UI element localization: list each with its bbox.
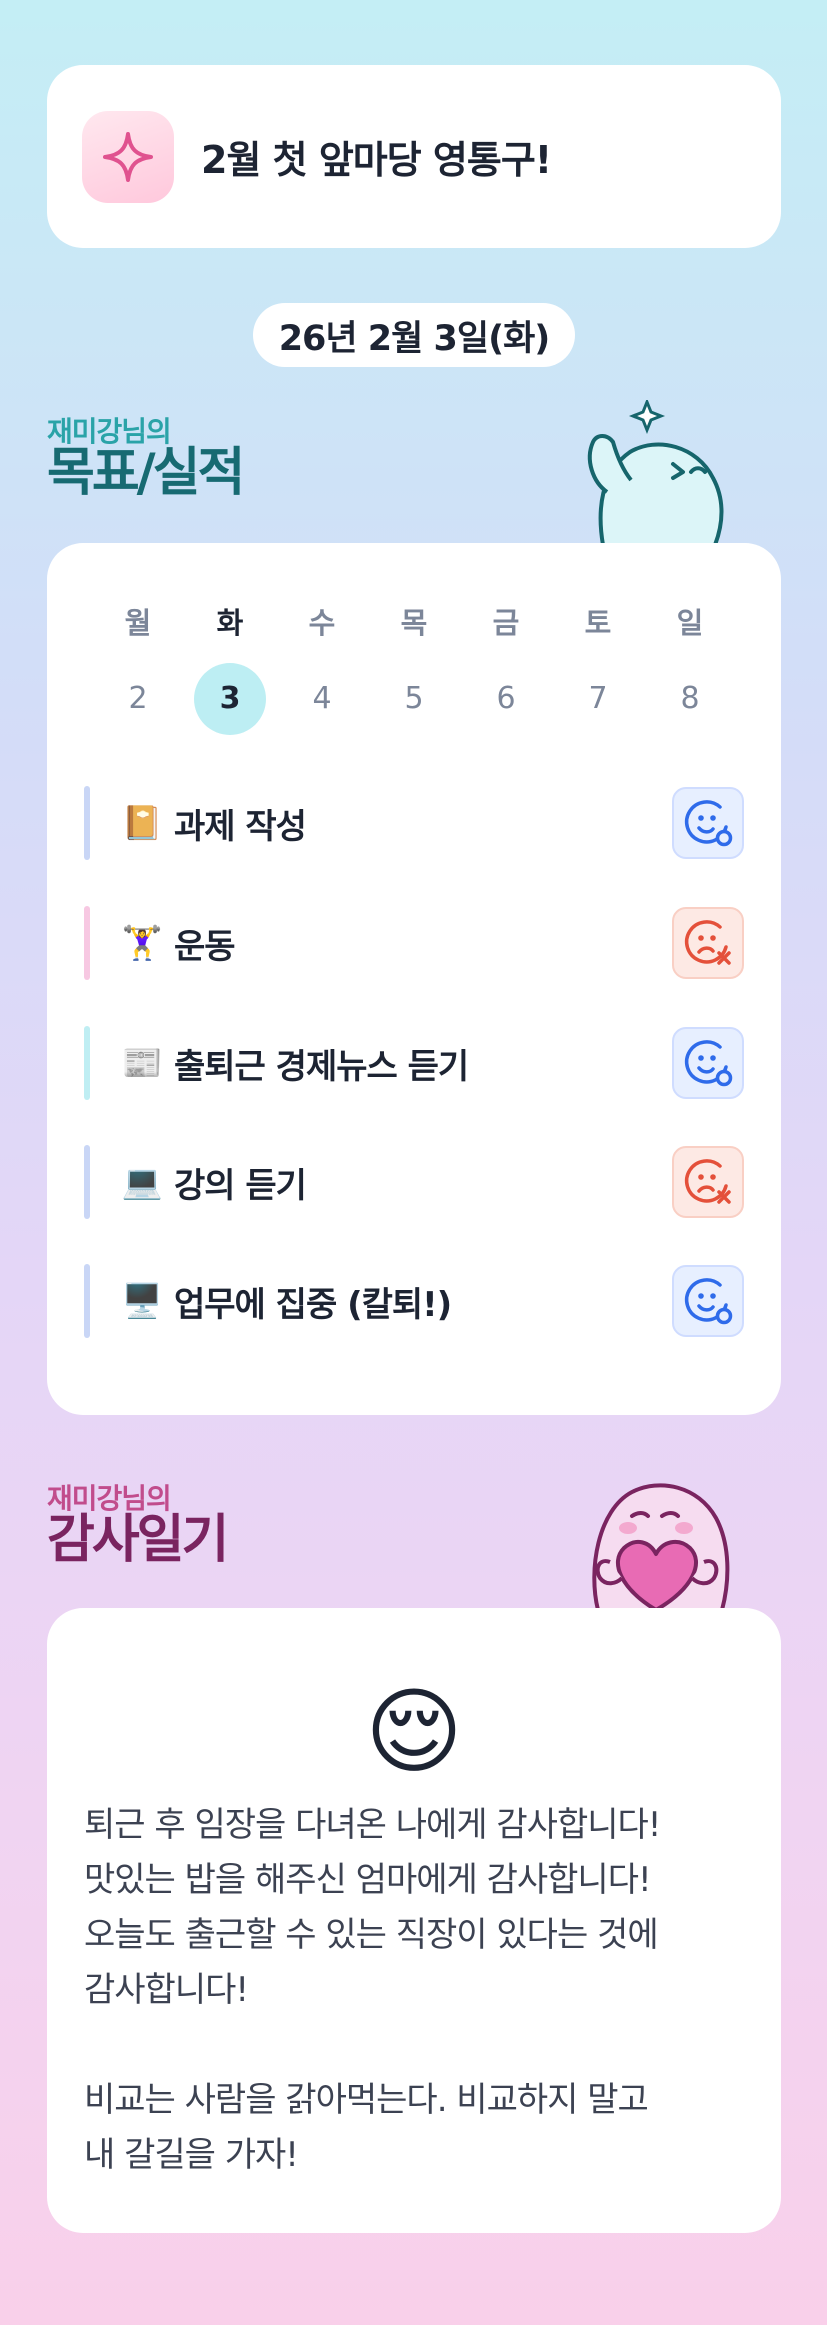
task-item[interactable]: 🏋️‍♀️ 운동: [84, 906, 744, 980]
weekday-thu: 목: [400, 606, 428, 640]
task-status-done-button[interactable]: [672, 1027, 744, 1099]
date-4[interactable]: 4: [286, 663, 358, 735]
task-status-done-button[interactable]: [672, 1265, 744, 1337]
goals-subtitle: 재미강님의: [47, 415, 172, 448]
laptop-icon: 💻: [121, 1162, 163, 1201]
weekday-sat: 토: [584, 606, 612, 640]
date-7[interactable]: 7: [562, 663, 634, 735]
task-item[interactable]: 🖥️ 업무에 집중 (칼퇴!): [84, 1264, 744, 1338]
sad-x-icon: [684, 920, 731, 965]
sparkle-icon: [82, 110, 174, 203]
date-row: 2 3 4 5 6 7 8: [102, 663, 726, 735]
task-label: 강의 듣기: [174, 1165, 307, 1206]
task-color-bar: [84, 1145, 90, 1219]
banner-text: 2월 첫 앞마당 영통구!: [201, 138, 552, 182]
notebook-icon: 📔: [121, 803, 163, 842]
newspaper-icon: 📰: [121, 1043, 163, 1082]
task-color-bar: [84, 786, 90, 860]
mascot-cheer-illustration: [587, 400, 724, 545]
task-item[interactable]: 📰 출퇴근 경제뉴스 듣기: [84, 1026, 744, 1100]
weekday-fri: 금: [492, 606, 520, 640]
gratitude-header: 재미강님의 감사일기: [47, 1482, 229, 1570]
weekday-mon: 월: [124, 606, 152, 640]
task-item[interactable]: 💻 강의 듣기: [84, 1145, 744, 1219]
weekday-row: 월 화 수 목 금 토 일: [102, 600, 726, 642]
task-label: 업무에 집중 (칼퇴!): [174, 1284, 452, 1325]
goals-title: 목표/실적: [47, 443, 245, 503]
gratitude-card: 😌 퇴근 후 임장을 다녀온 나에게 감사합니다! 맛있는 밥을 해주신 엄마에…: [47, 1608, 781, 2233]
relieved-face-icon: 😌: [365, 1678, 463, 1787]
date-8[interactable]: 8: [654, 663, 726, 735]
weekday-sun: 일: [676, 606, 704, 640]
task-color-bar: [84, 1264, 90, 1338]
smile-check-icon: [684, 1040, 733, 1087]
weightlifter-icon: 🏋️‍♀️: [121, 923, 163, 962]
date-3-selected[interactable]: 3: [194, 663, 266, 735]
task-status-missed-button[interactable]: [672, 1146, 744, 1218]
goals-header: 재미강님의 목표/실적: [47, 415, 245, 503]
weekday-wed: 수: [308, 606, 336, 640]
task-item[interactable]: 📔 과제 작성: [84, 786, 744, 860]
date-2[interactable]: 2: [102, 663, 174, 735]
sad-x-icon: [684, 1159, 731, 1204]
task-label: 과제 작성: [174, 806, 307, 847]
weekday-tue: 화: [216, 606, 244, 640]
desktop-computer-icon: 🖥️: [121, 1281, 163, 1320]
smile-check-icon: [684, 800, 733, 847]
date-5[interactable]: 5: [378, 663, 450, 735]
gratitude-title: 감사일기: [47, 1510, 229, 1570]
mascot-heart-illustration: [592, 1483, 730, 1610]
smile-check-icon: [684, 1278, 733, 1325]
date-6[interactable]: 6: [470, 663, 542, 735]
task-label: 출퇴근 경제뉴스 듣기: [174, 1046, 469, 1087]
announcement-banner[interactable]: 2월 첫 앞마당 영통구!: [47, 65, 781, 248]
goals-card: 월 화 수 목 금 토 일 2 3 4 5 6 7 8 📔 과제 작성: [47, 543, 781, 1415]
task-label: 운동: [174, 926, 236, 967]
task-status-done-button[interactable]: [672, 787, 744, 859]
gratitude-subtitle: 재미강님의: [47, 1482, 172, 1515]
task-status-missed-button[interactable]: [672, 907, 744, 979]
task-color-bar: [84, 1026, 90, 1100]
task-color-bar: [84, 906, 90, 980]
date-pill[interactable]: 26년 2월 3일(화): [253, 303, 575, 367]
gratitude-entry-text: 퇴근 후 임장을 다녀온 나에게 감사합니다! 맛있는 밥을 해주신 엄마에게 …: [84, 1805, 661, 2175]
